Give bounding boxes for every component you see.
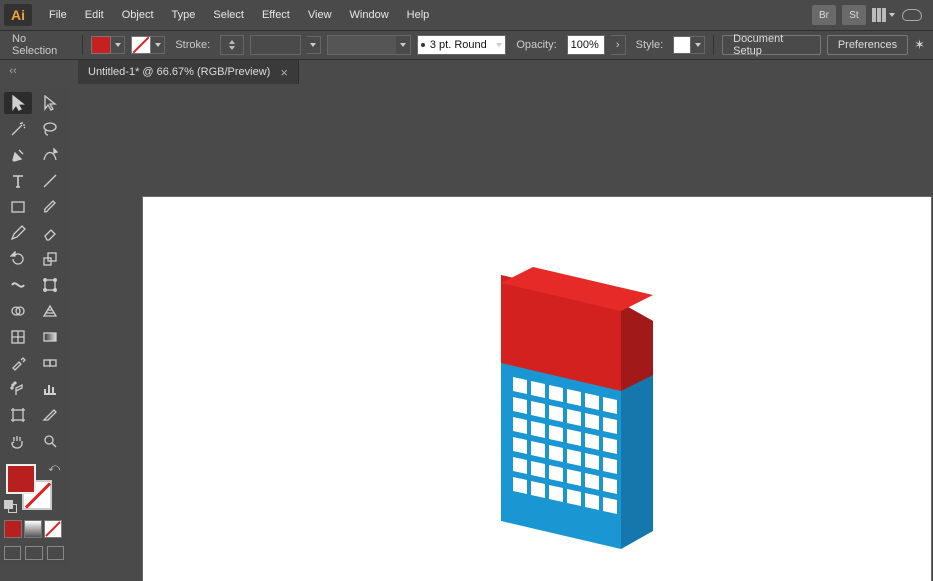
chevron-down-icon — [155, 43, 161, 47]
stock-button[interactable]: St — [842, 5, 866, 25]
options-bar: No Selection Stroke: 3 pt. Round Opacity… — [0, 30, 933, 60]
gpu-preview-icon[interactable] — [901, 7, 923, 23]
zoom-tool[interactable] — [36, 430, 64, 452]
blend-tool[interactable] — [36, 352, 64, 374]
document-tab-title: Untitled-1* @ 66.67% (RGB/Preview) — [88, 66, 270, 78]
fill-color-swatch[interactable] — [6, 464, 36, 494]
arrange-documents-button[interactable] — [872, 8, 895, 22]
paintbrush-tool[interactable] — [36, 196, 64, 218]
type-tool[interactable] — [4, 170, 32, 192]
menu-effect[interactable]: Effect — [253, 3, 299, 27]
rectangle-tool[interactable] — [4, 196, 32, 218]
dot-icon — [421, 43, 425, 47]
none-mode-button[interactable] — [44, 520, 62, 538]
presentation-mode[interactable] — [47, 546, 64, 560]
free-transform-tool[interactable] — [36, 274, 64, 296]
variable-width-profile[interactable] — [327, 35, 411, 55]
color-mode-button[interactable] — [4, 520, 22, 538]
perspective-grid-tool[interactable] — [36, 300, 64, 322]
swap-fill-stroke-icon[interactable]: ⤺ — [48, 462, 60, 475]
opacity-dropdown[interactable]: › — [611, 35, 626, 55]
chevron-down-icon — [115, 43, 121, 47]
stroke-weight-dropdown[interactable] — [307, 36, 320, 54]
menu-edit[interactable]: Edit — [76, 3, 113, 27]
menu-window[interactable]: Window — [341, 3, 398, 27]
artboard-tool[interactable] — [4, 404, 32, 426]
chevron-down-icon — [695, 43, 701, 47]
document-setup-button[interactable]: Document Setup — [722, 35, 821, 55]
gradient-tool[interactable] — [36, 326, 64, 348]
chevron-down-icon — [496, 43, 502, 47]
eraser-tool[interactable] — [36, 222, 64, 244]
brush-definition[interactable]: 3 pt. Round — [417, 35, 506, 55]
selection-status: No Selection — [8, 33, 74, 57]
opacity-label: Opacity: — [512, 39, 560, 51]
eyedropper-tool[interactable] — [4, 352, 32, 374]
symbol-sprayer-tool[interactable] — [4, 378, 32, 400]
hand-tool[interactable] — [4, 430, 32, 452]
chevron-down-icon — [400, 43, 406, 47]
chevron-down-icon — [310, 43, 316, 47]
scale-tool[interactable] — [36, 248, 64, 270]
chevron-down-icon — [889, 13, 895, 17]
document-tab[interactable]: Untitled-1* @ 66.67% (RGB/Preview) × — [78, 60, 299, 84]
width-tool[interactable] — [4, 274, 32, 296]
shape-builder-tool[interactable] — [4, 300, 32, 322]
direct-selection-tool[interactable] — [36, 92, 64, 114]
menu-view[interactable]: View — [299, 3, 341, 27]
menu-object[interactable]: Object — [113, 3, 163, 27]
app-logo: Ai — [4, 4, 32, 26]
mesh-tool[interactable] — [4, 326, 32, 348]
document-tab-bar: Untitled-1* @ 66.67% (RGB/Preview) × — [0, 60, 933, 84]
artboard[interactable] — [142, 196, 932, 581]
pencil-tool[interactable] — [4, 222, 32, 244]
panel-collapse-handle[interactable]: ‹‹ — [2, 64, 24, 78]
pen-tool[interactable] — [4, 144, 32, 166]
fill-swatch[interactable] — [91, 36, 125, 54]
bridge-button[interactable]: Br — [812, 5, 836, 25]
curvature-tool[interactable] — [36, 144, 64, 166]
lasso-tool[interactable] — [36, 118, 64, 140]
magic-wand-tool[interactable] — [4, 118, 32, 140]
style-label: Style: — [632, 39, 668, 51]
rotate-tool[interactable] — [4, 248, 32, 270]
normal-screen-mode[interactable] — [4, 546, 21, 560]
slice-tool[interactable] — [36, 404, 64, 426]
column-graph-tool[interactable] — [36, 378, 64, 400]
gradient-mode-button[interactable] — [24, 520, 42, 538]
artwork-calendar — [493, 267, 693, 581]
tools-panel: ⤺ — [0, 88, 68, 566]
stroke-label: Stroke: — [171, 39, 214, 51]
menu-help[interactable]: Help — [398, 3, 439, 27]
menu-bar: Ai File Edit Object Type Select Effect V… — [0, 0, 933, 30]
align-icon[interactable]: ✶ — [914, 37, 925, 53]
graphic-style[interactable] — [673, 36, 705, 54]
line-tool[interactable] — [36, 170, 64, 192]
stroke-swatch[interactable] — [131, 36, 165, 54]
opacity-field[interactable]: 100% — [567, 35, 605, 55]
selection-tool[interactable] — [4, 92, 32, 114]
workspace — [75, 88, 933, 581]
stroke-weight-stepper[interactable] — [220, 35, 244, 55]
menu-file[interactable]: File — [40, 3, 76, 27]
preferences-button[interactable]: Preferences — [827, 35, 908, 55]
menu-select[interactable]: Select — [204, 3, 253, 27]
fill-stroke-control[interactable]: ⤺ — [4, 462, 62, 512]
stroke-weight-field[interactable] — [250, 35, 302, 55]
close-tab-button[interactable]: × — [280, 65, 288, 80]
default-fill-stroke-icon[interactable] — [4, 500, 16, 512]
fullscreen-mode[interactable] — [25, 546, 42, 560]
menu-type[interactable]: Type — [163, 3, 205, 27]
